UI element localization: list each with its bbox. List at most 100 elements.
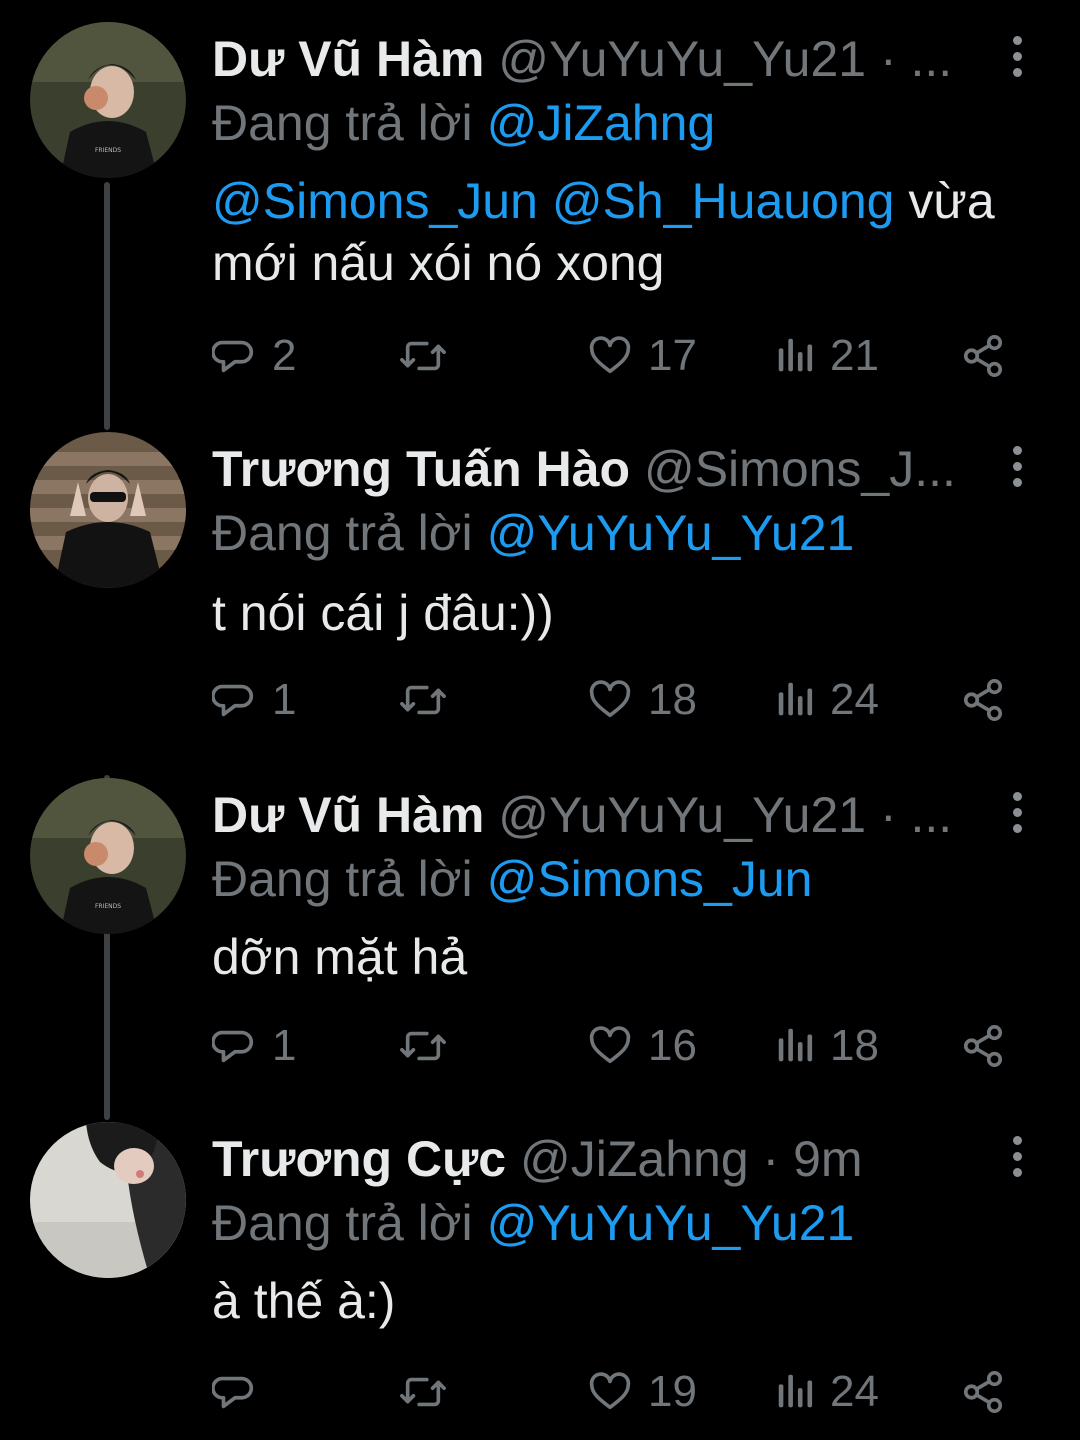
reply-button[interactable]: 1	[212, 670, 296, 730]
share-icon	[963, 679, 1003, 721]
display-name[interactable]: Dư Vũ Hàm	[212, 787, 484, 843]
avatar[interactable]: FRIENDS	[30, 22, 186, 178]
avatar[interactable]: FRIENDS	[30, 778, 186, 934]
retweet-icon	[400, 1031, 446, 1061]
reply-to-mention[interactable]: @JiZahng	[487, 95, 716, 151]
tweet-actions: 19 24	[212, 1362, 1012, 1422]
reply-icon	[212, 340, 254, 373]
display-name[interactable]: Trương Tuấn Hào	[212, 441, 630, 497]
user-handle[interactable]: @YuYuYu_Yu21	[498, 31, 866, 87]
tweet-header: Trương Tuấn Hào @Simons_J...	[212, 438, 982, 500]
heart-icon	[589, 680, 631, 718]
avatar[interactable]	[30, 1122, 186, 1278]
reply-count: 1	[272, 675, 297, 724]
reply-to-mention[interactable]: @Simons_Jun	[487, 851, 813, 907]
heart-icon	[589, 1026, 631, 1064]
share-button[interactable]	[960, 1016, 1006, 1076]
view-count: 18	[830, 1021, 879, 1070]
retweet-icon	[400, 341, 446, 371]
share-icon	[963, 1025, 1003, 1067]
retweet-button[interactable]	[398, 670, 462, 730]
reply-to-mention[interactable]: @YuYuYu_Yu21	[487, 505, 855, 561]
tweet-header: Trương Cực @JiZahng · 9m	[212, 1128, 982, 1190]
retweet-button[interactable]	[398, 1362, 462, 1422]
more-vertical-icon[interactable]	[1002, 36, 1032, 80]
like-button[interactable]: 16	[586, 1016, 697, 1076]
tweet-actions: 1 16 18	[212, 1016, 1012, 1076]
retweet-icon	[400, 685, 446, 715]
tweet-text: t nói cái j đâu:))	[212, 582, 1052, 644]
views-button[interactable]: 24	[776, 670, 879, 730]
heart-icon	[589, 1372, 631, 1410]
reply-button[interactable]	[212, 1362, 272, 1422]
more-vertical-icon[interactable]	[1002, 792, 1032, 836]
avatar-image: FRIENDS	[30, 22, 186, 178]
svg-text:FRIENDS: FRIENDS	[95, 903, 121, 910]
reply-prefix: Đang trả lời	[212, 1195, 473, 1251]
tweet[interactable]: Trương Tuấn Hào @Simons_J... Đang trả lờ…	[0, 410, 1080, 760]
user-handle[interactable]: @Simons_J...	[644, 441, 956, 497]
avatar-image	[30, 1122, 186, 1278]
more-vertical-icon[interactable]	[1002, 1136, 1032, 1180]
tweet-meta: · 9m	[748, 1131, 863, 1187]
share-icon	[963, 1371, 1003, 1413]
tweet[interactable]: FRIENDS Dư Vũ Hàm @YuYuYu_Yu21 · ... Đan…	[0, 0, 1080, 420]
avatar-image	[30, 432, 186, 588]
like-count: 17	[648, 331, 697, 380]
tweet-actions: 1 18 24	[212, 670, 1012, 730]
reply-prefix: Đang trả lời	[212, 95, 473, 151]
display-name[interactable]: Trương Cực	[212, 1131, 506, 1187]
retweet-icon	[400, 1377, 446, 1407]
reply-icon	[212, 1030, 254, 1063]
avatar[interactable]	[30, 432, 186, 588]
svg-text:FRIENDS: FRIENDS	[95, 147, 121, 154]
view-count: 21	[830, 331, 879, 380]
reply-icon	[212, 1376, 254, 1409]
like-button[interactable]: 17	[586, 326, 697, 386]
tweet-text-segment: t nói cái j đâu:))	[212, 585, 554, 641]
views-icon	[778, 682, 813, 716]
share-button[interactable]	[960, 670, 1006, 730]
reply-context: Đang trả lời @JiZahng	[212, 92, 715, 154]
avatar-image: FRIENDS	[30, 778, 186, 934]
tweet-actions: 2 17 21	[212, 326, 1012, 386]
user-handle[interactable]: @YuYuYu_Yu21	[498, 787, 866, 843]
tweet[interactable]: FRIENDS Dư Vũ Hàm @YuYuYu_Yu21 · ... Đan…	[0, 756, 1080, 1106]
more-vertical-icon[interactable]	[1002, 446, 1032, 490]
user-handle[interactable]: @JiZahng	[520, 1131, 749, 1187]
share-button[interactable]	[960, 1362, 1006, 1422]
like-count: 18	[648, 675, 697, 724]
tweet-meta: · ...	[866, 787, 953, 843]
views-button[interactable]: 24	[776, 1362, 879, 1422]
heart-icon	[589, 336, 631, 374]
mention-link[interactable]: @Simons_Jun	[212, 173, 538, 229]
like-button[interactable]: 18	[586, 670, 697, 730]
view-count: 24	[830, 675, 879, 724]
tweet-header: Dư Vũ Hàm @YuYuYu_Yu21 · ...	[212, 784, 982, 846]
views-button[interactable]: 21	[776, 326, 879, 386]
views-button[interactable]: 18	[776, 1016, 879, 1076]
views-icon	[778, 1028, 813, 1062]
retweet-button[interactable]	[398, 1016, 462, 1076]
reply-button[interactable]: 2	[212, 326, 296, 386]
display-name[interactable]: Dư Vũ Hàm	[212, 31, 484, 87]
retweet-button[interactable]	[398, 326, 462, 386]
mention-link[interactable]: @Sh_Huauong	[552, 173, 895, 229]
reply-prefix: Đang trả lời	[212, 851, 473, 907]
tweet[interactable]: Trương Cực @JiZahng · 9m Đang trả lời @Y…	[0, 1100, 1080, 1440]
share-icon	[963, 335, 1003, 377]
reply-context: Đang trả lời @Simons_Jun	[212, 848, 812, 910]
tweet-text: à thế à:)	[212, 1270, 1052, 1332]
like-count: 19	[648, 1367, 697, 1416]
view-count: 24	[830, 1367, 879, 1416]
reply-count: 1	[272, 1021, 297, 1070]
reply-to-mention[interactable]: @YuYuYu_Yu21	[487, 1195, 855, 1251]
tweet-header: Dư Vũ Hàm @YuYuYu_Yu21 · ...	[212, 28, 982, 90]
tweet-text: @Simons_Jun @Sh_Huauong vừa mới nấu xói …	[212, 170, 1052, 294]
share-button[interactable]	[960, 326, 1006, 386]
like-button[interactable]: 19	[586, 1362, 697, 1422]
views-icon	[778, 338, 813, 372]
tweet-text-segment: dỡn mặt hả	[212, 929, 468, 985]
reply-button[interactable]: 1	[212, 1016, 296, 1076]
tweet-text: dỡn mặt hả	[212, 926, 1052, 988]
